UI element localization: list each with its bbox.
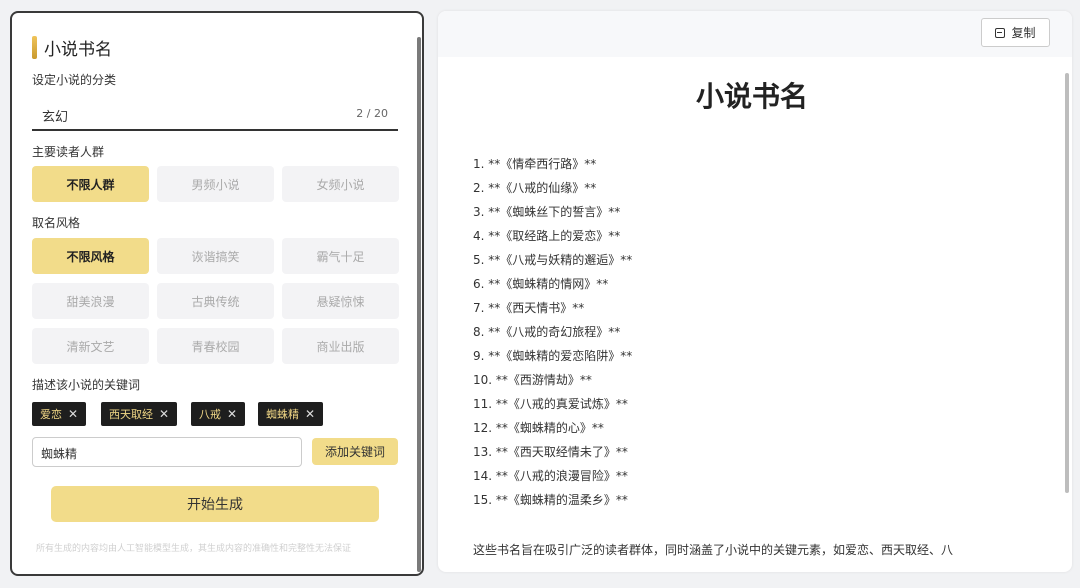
list-item: 13. **《西天取经情未了》** bbox=[473, 445, 628, 459]
left-scrollbar[interactable] bbox=[416, 13, 422, 574]
title-accent-bar bbox=[32, 35, 37, 59]
style-option-suspense[interactable]: 悬疑惊悚 bbox=[282, 283, 399, 319]
list-item: 14. **《八戒的浪漫冒险》** bbox=[473, 469, 628, 483]
left-panel: 小说书名 设定小说的分类 2 / 20 主要读者人群 不限人群 男频小说 女频小… bbox=[10, 11, 424, 576]
keyword-tag: 蜘蛛精 ✕ bbox=[258, 402, 324, 426]
category-field: 2 / 20 bbox=[32, 99, 398, 131]
list-item: 4. **《取经路上的爱恋》** bbox=[473, 229, 621, 243]
keywords-label: 描述该小说的关键词 bbox=[32, 378, 141, 392]
list-item: 9. **《蜘蛛精的爱恋陷阱》** bbox=[473, 349, 633, 363]
audience-label: 主要读者人群 bbox=[32, 145, 105, 159]
disclaimer-text: 所有生成的内容均由人工智能模型生成，其生成内容的准确性和完整性无法保证 bbox=[36, 544, 352, 554]
panel-title-text: 小说书名 bbox=[44, 39, 112, 60]
keyword-tag: 西天取经 ✕ bbox=[101, 402, 178, 426]
keyword-tag-text: 八戒 bbox=[199, 408, 221, 421]
result-title: 小说书名 bbox=[695, 80, 808, 113]
copy-button-label: 复制 bbox=[1011, 26, 1036, 40]
result-scrollbar-thumb[interactable] bbox=[1065, 73, 1069, 493]
category-char-counter: 2 / 20 bbox=[356, 107, 388, 120]
keyword-field bbox=[32, 437, 302, 467]
list-item: 11. **《八戒的真爱试炼》** bbox=[473, 397, 628, 411]
style-option-literary[interactable]: 清新文艺 bbox=[32, 328, 149, 364]
keyword-tag: 八戒 ✕ bbox=[191, 402, 246, 426]
style-option-humor[interactable]: 诙谐搞笑 bbox=[157, 238, 274, 274]
list-item: 10. **《西游情劫》** bbox=[473, 373, 592, 387]
keyword-tag-text: 蜘蛛精 bbox=[266, 408, 299, 421]
summary-text: 这些书名旨在吸引广泛的读者群体，同时涵盖了小说中的关键元素，如爱恋、西天取经、八 bbox=[473, 543, 954, 557]
list-item: 5. **《八戒与妖精的邂逅》** bbox=[473, 253, 633, 267]
list-item: 3. **《蜘蛛丝下的誓言》** bbox=[473, 205, 621, 219]
style-option-domineering[interactable]: 霸气十足 bbox=[282, 238, 399, 274]
style-option-campus[interactable]: 青春校园 bbox=[157, 328, 274, 364]
title-list: 1. **《情牵西行路》** 2. **《八戒的仙缘》** 3. **《蜘蛛丝下… bbox=[473, 152, 632, 512]
generate-button[interactable]: 开始生成 bbox=[51, 486, 379, 522]
category-input[interactable] bbox=[42, 103, 322, 127]
result-header: 复制 bbox=[438, 11, 1072, 57]
list-item: 1. **《情牵西行路》** bbox=[473, 157, 597, 171]
style-option-romantic[interactable]: 甜美浪漫 bbox=[32, 283, 149, 319]
keyword-tag-text: 爱恋 bbox=[40, 408, 62, 421]
list-item: 8. **《八戒的奇幻旅程》** bbox=[473, 325, 621, 339]
list-item: 2. **《八戒的仙缘》** bbox=[473, 181, 597, 195]
audience-option-any[interactable]: 不限人群 bbox=[32, 166, 149, 202]
list-item: 6. **《蜘蛛精的情网》** bbox=[473, 277, 609, 291]
style-option-any[interactable]: 不限风格 bbox=[32, 238, 149, 274]
panel-title: 小说书名 bbox=[32, 35, 112, 60]
result-panel: 复制 小说书名 1. **《情牵西行路》** 2. **《八戒的仙缘》** 3.… bbox=[438, 11, 1072, 572]
add-keyword-button[interactable]: 添加关键词 bbox=[312, 438, 398, 465]
close-icon[interactable]: ✕ bbox=[305, 407, 315, 421]
keyword-tag: 爱恋 ✕ bbox=[32, 402, 87, 426]
close-icon[interactable]: ✕ bbox=[159, 407, 169, 421]
copy-icon bbox=[995, 27, 1006, 38]
style-option-commercial[interactable]: 商业出版 bbox=[282, 328, 399, 364]
category-label: 设定小说的分类 bbox=[32, 73, 117, 87]
close-icon[interactable]: ✕ bbox=[68, 407, 78, 421]
list-item: 12. **《蜘蛛精的心》** bbox=[473, 421, 604, 435]
list-item: 7. **《西天情书》** bbox=[473, 301, 585, 315]
keyword-tag-text: 西天取经 bbox=[109, 408, 153, 421]
audience-option-female[interactable]: 女频小说 bbox=[282, 166, 399, 202]
left-scrollbar-thumb[interactable] bbox=[417, 37, 421, 572]
audience-option-male[interactable]: 男频小说 bbox=[157, 166, 274, 202]
list-item: 15. **《蜘蛛精的温柔乡》** bbox=[473, 493, 628, 507]
style-option-classical[interactable]: 古典传统 bbox=[157, 283, 274, 319]
style-label: 取名风格 bbox=[32, 216, 81, 230]
copy-button[interactable]: 复制 bbox=[981, 18, 1050, 47]
keyword-input[interactable] bbox=[41, 443, 291, 463]
close-icon[interactable]: ✕ bbox=[227, 407, 237, 421]
